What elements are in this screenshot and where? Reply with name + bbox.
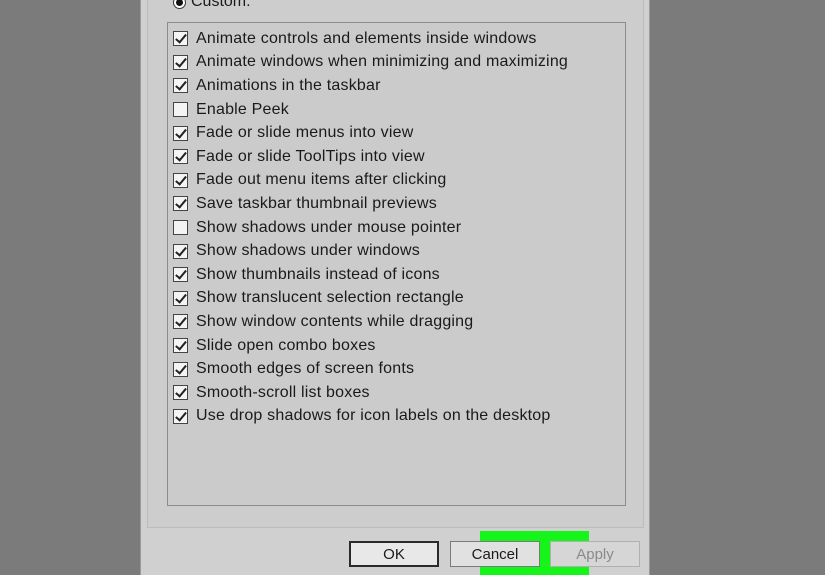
option-row[interactable]: Smooth edges of screen fonts <box>173 357 625 381</box>
option-row[interactable]: Fade or slide menus into view <box>173 121 625 145</box>
visual-effects-panel: Custom: Animate controls and elements in… <box>147 0 644 528</box>
option-row[interactable]: Use drop shadows for icon labels on the … <box>173 405 625 429</box>
option-label: Smooth edges of screen fonts <box>196 360 415 378</box>
checkbox-checked[interactable] <box>173 385 188 401</box>
checkbox-checked[interactable] <box>173 314 188 330</box>
checkbox-checked[interactable] <box>173 290 188 306</box>
performance-options-dialog: Custom: Animate controls and elements in… <box>140 0 650 575</box>
option-label: Animate windows when minimizing and maxi… <box>196 53 569 71</box>
checkbox-checked[interactable] <box>173 78 188 94</box>
visual-effects-list[interactable]: Animate controls and elements inside win… <box>167 22 626 506</box>
option-label: Show window contents while dragging <box>196 312 474 330</box>
option-row[interactable]: Animate controls and elements inside win… <box>173 27 625 51</box>
option-label: Show translucent selection rectangle <box>196 289 464 307</box>
checkbox-checked[interactable] <box>173 361 188 377</box>
option-row[interactable]: Show translucent selection rectangle <box>173 287 625 311</box>
option-label: Fade out menu items after clicking <box>196 171 447 189</box>
option-label: Use drop shadows for icon labels on the … <box>196 407 551 425</box>
custom-radio-button[interactable] <box>173 0 186 9</box>
checkbox-checked[interactable] <box>173 54 188 70</box>
checkbox-checked[interactable] <box>173 149 188 165</box>
ok-button[interactable]: OK <box>349 541 439 567</box>
option-row[interactable]: Show shadows under windows <box>173 239 625 263</box>
option-label: Show shadows under mouse pointer <box>196 218 462 236</box>
option-row[interactable]: Animations in the taskbar <box>173 74 625 98</box>
checkbox-checked[interactable] <box>173 31 188 47</box>
option-row[interactable]: Fade out menu items after clicking <box>173 169 625 193</box>
option-label: Animate controls and elements inside win… <box>196 29 537 47</box>
option-row[interactable]: Show window contents while dragging <box>173 310 625 334</box>
option-label: Slide open combo boxes <box>196 336 376 354</box>
checkbox-checked[interactable] <box>173 125 188 141</box>
option-row[interactable]: Animate windows when minimizing and maxi… <box>173 51 625 75</box>
option-row[interactable]: Show thumbnails instead of icons <box>173 263 625 287</box>
options-list: Animate controls and elements inside win… <box>168 23 625 428</box>
checkbox-checked[interactable] <box>173 408 188 424</box>
option-label: Animations in the taskbar <box>196 76 381 94</box>
checkbox-unchecked[interactable] <box>173 102 188 118</box>
custom-radio-option[interactable]: Custom: <box>173 0 251 12</box>
option-label: Show thumbnails instead of icons <box>196 265 440 283</box>
option-row[interactable]: Show shadows under mouse pointer <box>173 216 625 240</box>
option-row[interactable]: Fade or slide ToolTips into view <box>173 145 625 169</box>
radio-selected-dot <box>176 0 183 6</box>
option-row[interactable]: Smooth-scroll list boxes <box>173 381 625 405</box>
option-label: Save taskbar thumbnail previews <box>196 194 437 212</box>
checkbox-checked[interactable] <box>173 196 188 212</box>
checkbox-checked[interactable] <box>173 243 188 259</box>
cancel-button[interactable]: Cancel <box>450 541 540 567</box>
option-label: Fade or slide menus into view <box>196 124 414 142</box>
checkbox-checked[interactable] <box>173 267 188 283</box>
option-label: Enable Peek <box>196 100 289 118</box>
option-row[interactable]: Slide open combo boxes <box>173 334 625 358</box>
custom-radio-label: Custom: <box>191 0 251 10</box>
checkbox-unchecked[interactable] <box>173 220 188 236</box>
checkbox-checked[interactable] <box>173 172 188 188</box>
option-label: Show shadows under windows <box>196 242 420 260</box>
option-label: Fade or slide ToolTips into view <box>196 147 425 165</box>
option-row[interactable]: Enable Peek <box>173 98 625 122</box>
option-row[interactable]: Save taskbar thumbnail previews <box>173 192 625 216</box>
apply-button[interactable]: Apply <box>550 541 640 567</box>
checkbox-checked[interactable] <box>173 338 188 354</box>
option-label: Smooth-scroll list boxes <box>196 383 370 401</box>
